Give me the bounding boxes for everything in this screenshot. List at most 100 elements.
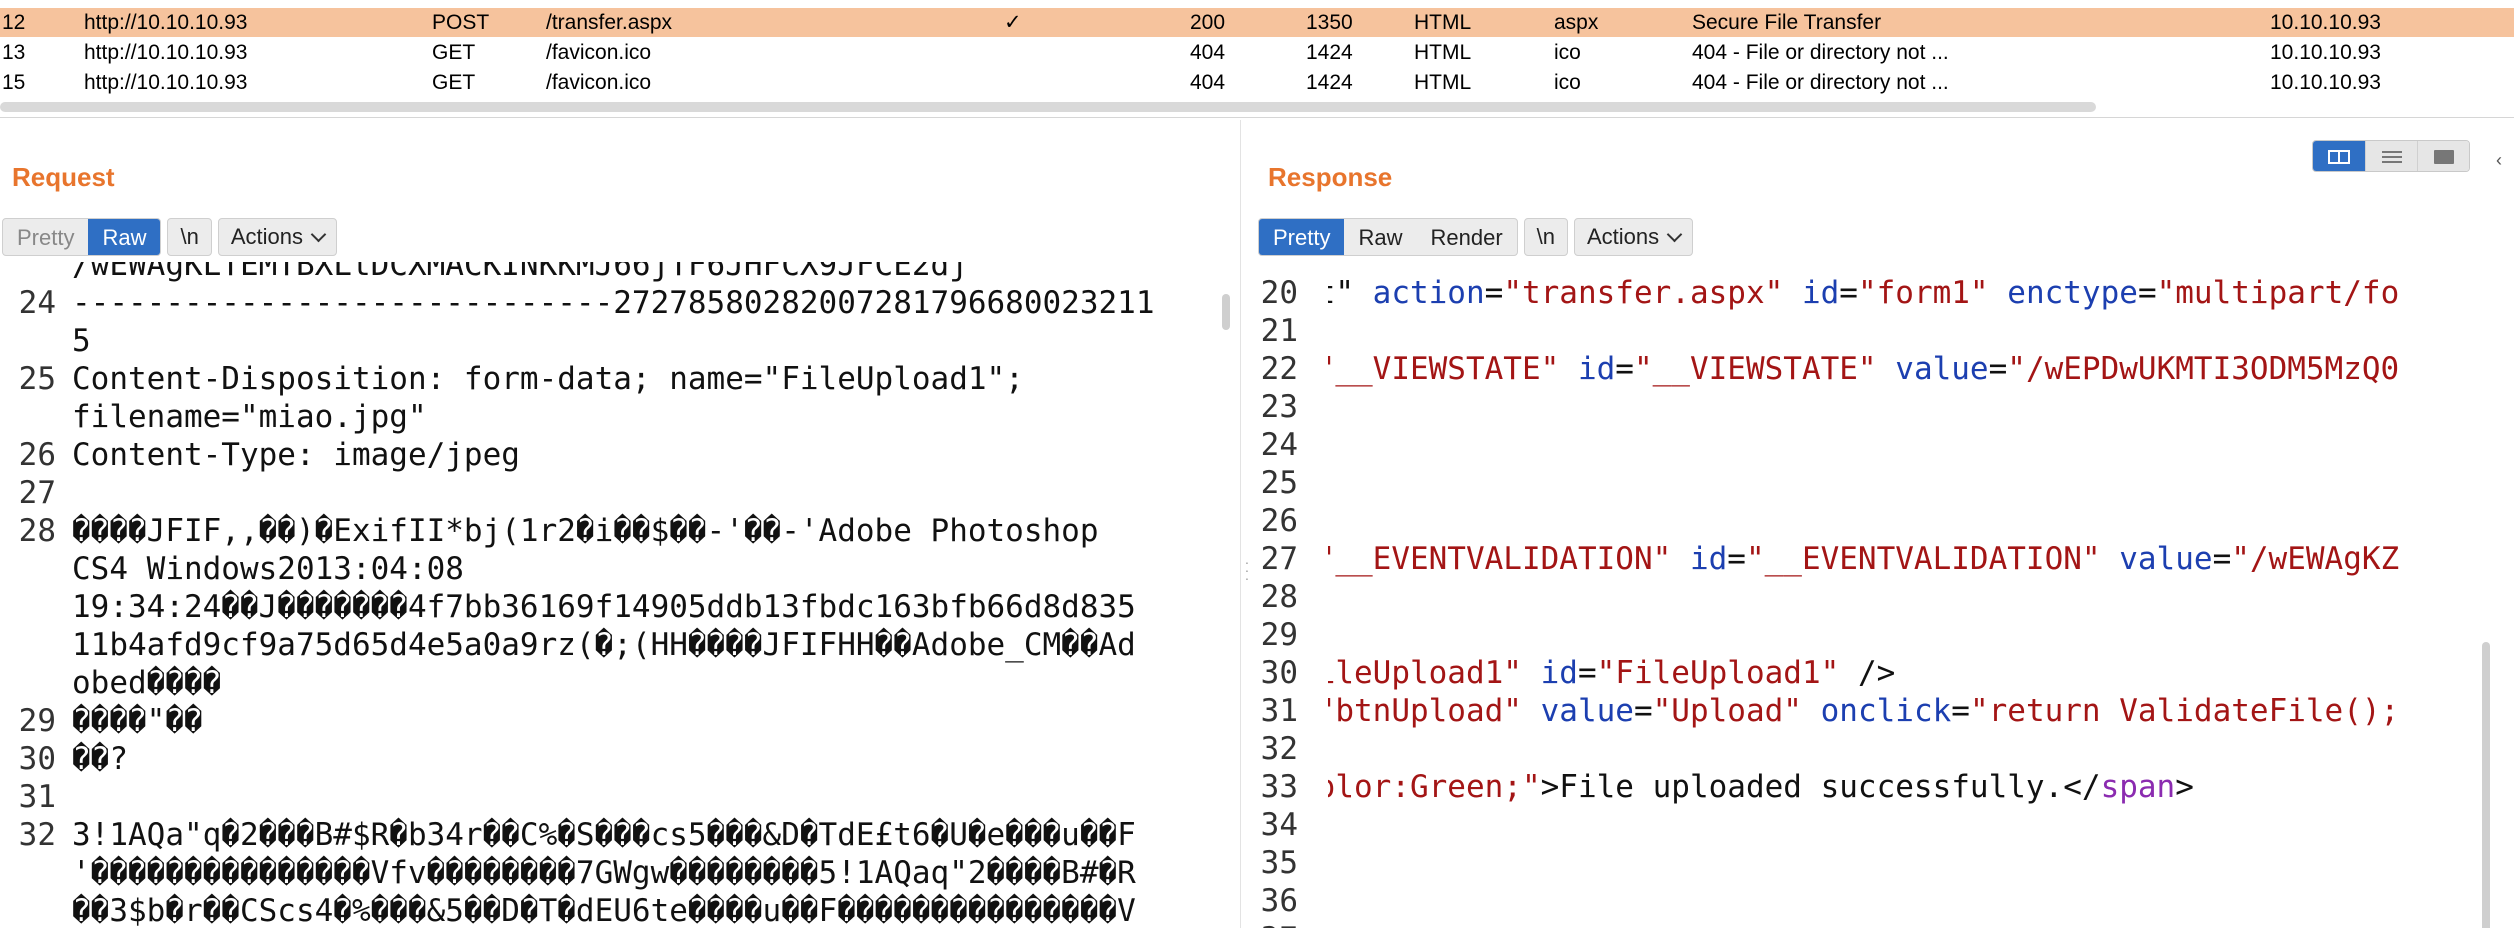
response-line-number: 23: [1260, 389, 1298, 425]
response-token: ="__VIEWSTATE": [1298, 351, 1560, 387]
response-token: "multipart/fo: [2156, 275, 2400, 311]
response-actions-button[interactable]: Actions: [1574, 218, 1694, 256]
layout-split-button[interactable]: [2313, 141, 2365, 171]
response-panel: Response ‹ Pretty Raw Render \n Actions …: [1256, 120, 2514, 928]
panel-splitter[interactable]: [1240, 120, 1256, 928]
response-tab-raw[interactable]: Raw: [1344, 219, 1416, 255]
layout-rows-button[interactable]: [2365, 141, 2417, 171]
response-view-tabs: Pretty Raw Render: [1258, 218, 1518, 256]
response-token: "transfer.aspx": [1503, 275, 1784, 311]
request-tab-pretty[interactable]: Pretty: [3, 219, 88, 255]
response-token: =: [1727, 541, 1746, 577]
history-cell-ext: ico: [1554, 41, 1581, 64]
response-token: onclick: [1820, 693, 1952, 729]
history-cell-mime: HTML: [1414, 11, 1472, 34]
request-line-text: filename="miao.jpg": [72, 399, 427, 435]
response-token: =: [2212, 541, 2232, 577]
response-line-number: 30: [1260, 655, 1298, 691]
response-token: "__VIEWSTATE": [1633, 351, 1877, 387]
response-newline-toggle[interactable]: \n: [1523, 218, 1568, 256]
request-line-text: /wEWAgKLTEMTBXLtDCXMACKINKKMJ66jTF6JHFCX…: [72, 262, 968, 283]
response-token: action: [1372, 275, 1485, 311]
history-cell-url: /transfer.aspx: [546, 11, 673, 34]
response-token: =: [2137, 275, 2157, 311]
response-vertical-scrollbar[interactable]: [2482, 642, 2490, 928]
splitter-grip-icon[interactable]: · · ·: [1242, 555, 1252, 585]
request-line-text: ��?: [72, 741, 128, 777]
response-token: "__EVENTVALIDATION": [1745, 541, 2101, 577]
response-tab-pretty[interactable]: Pretty: [1259, 219, 1345, 255]
history-horizontal-scrollbar[interactable]: [0, 102, 2096, 112]
response-token: [1522, 693, 1541, 729]
request-actions-button[interactable]: Actions: [217, 218, 337, 256]
request-view-tabs: Pretty Raw: [2, 218, 162, 256]
history-cell-length: 1350: [1306, 11, 1353, 34]
history-cell-host: http://10.10.10.93: [84, 71, 248, 94]
request-line-text: -----------------------------27278580282…: [72, 285, 1155, 321]
history-cell-url: /favicon.ico: [546, 71, 652, 94]
response-line-number: 34: [1260, 807, 1298, 843]
history-row[interactable]: 13 http://10.10.10.93 GET/favicon.ico 404 14…: [0, 38, 2514, 67]
response-token: =: [1615, 351, 1634, 387]
request-line-text: '���������������Vfv��������7GWgw��������…: [72, 855, 1136, 891]
response-token: [1559, 351, 1578, 387]
request-line-text: ��3$b�r��CScs4�%���&5��D�T�dEU6te����u��…: [72, 893, 1136, 928]
response-token: "/wEPDwUKMTI3ODM5MzQ0: [2007, 351, 2400, 387]
response-line-number: 32: [1260, 731, 1298, 767]
response-line-number: 26: [1260, 503, 1298, 539]
history-cell-status: 404: [1190, 41, 1226, 64]
http-history-table: 12 http://10.10.10.93 POST/transfer.aspx ✓ 2…: [0, 0, 2514, 118]
response-token: id: [1577, 351, 1616, 387]
request-line-number: 30: [18, 741, 56, 777]
request-vertical-scrollbar[interactable]: [1222, 294, 1230, 330]
response-tab-render[interactable]: Render: [1416, 219, 1516, 255]
response-token: >File uploaded successfully.</: [1540, 769, 2101, 805]
response-token: st": [1298, 275, 1373, 311]
response-token: value: [1895, 351, 1989, 387]
request-toolbar: Pretty Raw \n Actions: [2, 218, 337, 258]
response-line-text: color:Green;">File uploaded successfully…: [1328, 768, 2194, 806]
response-token: ="__EVENTVALIDATION": [1298, 541, 1672, 577]
history-cell-status: 404: [1190, 71, 1226, 94]
history-cell-num: 13: [2, 41, 26, 64]
response-token: [2101, 541, 2120, 577]
layout-single-button[interactable]: [2417, 141, 2469, 171]
request-tab-raw[interactable]: Raw: [88, 219, 161, 255]
response-line-text: ="__VIEWSTATE" id="__VIEWSTATE" value="/…: [1298, 350, 2400, 388]
history-row[interactable]: 15 http://10.10.10.93 GET/favicon.ico 404 14…: [0, 68, 2514, 97]
history-row[interactable]: 12 http://10.10.10.93 POST/transfer.aspx ✓ 2…: [0, 8, 2514, 37]
response-token: id: [1540, 655, 1578, 691]
response-editor[interactable]: 20 st" action="transfer.aspx" id="form1" …: [1256, 262, 2514, 928]
response-token: value: [1540, 693, 1634, 729]
response-token: FileUpload1": [1298, 655, 1522, 691]
response-line-number: 31: [1260, 693, 1298, 729]
response-token: [1522, 655, 1541, 691]
history-cell-title: 404 - File or directory not ...: [1692, 71, 1949, 94]
request-line-number: 28: [18, 513, 56, 549]
response-line-number: 25: [1260, 465, 1298, 501]
history-cell-ext: aspx: [1554, 11, 1599, 34]
response-line-text: FileUpload1" id="FileUpload1" />: [1298, 654, 1895, 692]
response-line-number: 36: [1260, 883, 1298, 919]
request-newline-toggle[interactable]: \n: [167, 218, 212, 256]
response-toolbar: Pretty Raw Render \n Actions: [1258, 218, 1694, 258]
history-cell-mime: HTML: [1414, 71, 1472, 94]
request-title: Request: [12, 162, 115, 192]
response-token: =: [1951, 693, 1970, 729]
response-token: "Upload": [1652, 693, 1802, 729]
request-line-text: 3!1AQa"q�2���B#$R�b34r��C%�S���cs5���&D�…: [72, 817, 1136, 853]
side-panel-tab-icon[interactable]: ‹: [2496, 150, 2514, 190]
response-title: Response: [1268, 162, 1393, 192]
response-token: >: [2175, 769, 2194, 805]
history-cell-ip: 10.10.10.93: [2270, 11, 2381, 34]
request-actions-label: Actions: [230, 224, 303, 249]
history-cell-mime: HTML: [1414, 41, 1472, 64]
history-cell-num: 15: [2, 71, 26, 94]
request-editor[interactable]: /wEWAgKLTEMTBXLtDCXMACKINKKMJ66jTF6JHFCX…: [0, 262, 1240, 928]
request-line-text: CS4 Windows2013:04:08: [72, 551, 464, 587]
response-token: enctype: [2007, 275, 2138, 311]
response-line-number: 33: [1260, 769, 1298, 805]
response-token: [1802, 693, 1821, 729]
request-line-number: 26: [18, 437, 56, 473]
request-line-text: 11b4afd9cf9a75d65d4e5a0a9rz(�;(HH����JFI…: [72, 627, 1136, 663]
